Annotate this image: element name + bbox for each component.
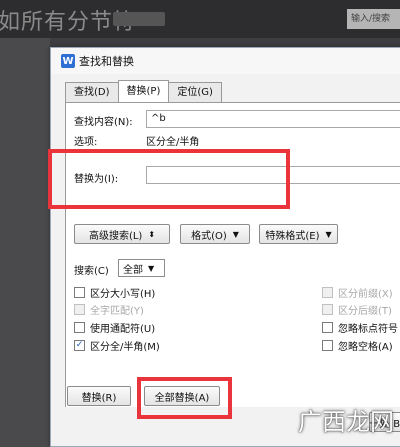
checkbox-label: 使用通配符(U) [90, 324, 156, 335]
find-input[interactable]: ^b [146, 110, 400, 128]
background-search-input[interactable]: 输入/搜索 [347, 9, 400, 29]
background-document-area [0, 38, 50, 447]
checkbox-label: 区分大小写(H) [90, 289, 156, 300]
dialog-title: 查找和替换 [79, 55, 134, 68]
checkbox-box [322, 322, 333, 333]
options-label: 选项: [74, 137, 98, 148]
checkbox-ignore-spaces[interactable]: 忽略空格(A) [322, 338, 393, 353]
toolbar-chip [113, 12, 165, 26]
watermark: 广西龙网 [298, 408, 394, 436]
search-direction-value: 全部 [123, 264, 143, 276]
dialog-tabs: 查找(D) 替换(P) 定位(G) [65, 80, 222, 102]
find-label: 查找内容(N): [74, 117, 133, 128]
replace-button[interactable]: 替换(R) [67, 386, 131, 406]
checkbox-label: 区分全/半角(M) [90, 342, 160, 353]
wps-writer-icon: W [61, 54, 75, 68]
checkbox-match-case[interactable]: 区分大小写(H) [74, 285, 155, 300]
checkbox-label: 区分后缀(T) [338, 306, 392, 317]
tab-find[interactable]: 查找(D) [65, 82, 119, 102]
advanced-search-label: 高级搜索(L) [88, 230, 143, 242]
checkbox-box [74, 304, 85, 315]
special-format-label: 特殊格式(E) [265, 230, 320, 242]
special-format-button[interactable]: 特殊格式(E) ▼ [259, 224, 338, 244]
checkbox-box [322, 287, 333, 298]
checkbox-label: 区分前缀(X) [338, 289, 393, 300]
checkbox-label: 全字匹配(Y) [90, 306, 144, 317]
chevron-down-icon: ▼ [232, 229, 239, 239]
replace-all-highlight [137, 377, 232, 419]
checkbox-whole-word: 全字匹配(Y) [74, 302, 144, 317]
checkbox-match-prefix: 区分前缀(X) [322, 285, 393, 300]
search-direction-select[interactable]: 全部 ▼ [118, 259, 165, 277]
format-button[interactable]: 格式(O) ▼ [180, 224, 250, 244]
checkbox-box [322, 304, 333, 315]
chevron-down-icon: ▼ [148, 263, 155, 273]
checkbox-box [322, 340, 333, 351]
expand-icon: ⬍ [148, 229, 156, 239]
tab-replace[interactable]: 替换(P) [117, 80, 170, 102]
replace-field-highlight [48, 149, 290, 209]
chevron-down-icon: ▼ [325, 229, 332, 239]
dialog-titlebar[interactable]: W 查找和替换 [51, 48, 400, 74]
checkbox-label: 忽略空格(A) [338, 342, 393, 353]
advanced-search-button[interactable]: 高级搜索(L) ⬍ [74, 224, 170, 244]
search-direction-label: 搜索(C) [74, 266, 109, 277]
replace-panel: 查找内容(N): ^b 选项: 区分全/半角 替换为(I): 高级搜索(L) ⬍ … [65, 102, 400, 407]
checkbox-box [74, 287, 85, 298]
checkbox-box [74, 322, 85, 333]
checkmark-icon: ✓ [74, 340, 85, 351]
checkbox-label: 忽略标点符号 [338, 324, 398, 335]
checkbox-ignore-punctuation[interactable]: 忽略标点符号 [322, 320, 398, 335]
checkbox-match-width[interactable]: ✓ 区分全/半角(M) [74, 338, 160, 353]
checkbox-wildcards[interactable]: 使用通配符(U) [74, 320, 155, 335]
options-value: 区分全/半角 [146, 137, 200, 148]
tab-goto[interactable]: 定位(G) [168, 82, 222, 102]
background-toolbar: 如所有分节符 输入/搜索 [0, 0, 400, 38]
checkbox-match-suffix: 区分后缀(T) [322, 302, 392, 317]
format-label: 格式(O) [191, 230, 227, 242]
